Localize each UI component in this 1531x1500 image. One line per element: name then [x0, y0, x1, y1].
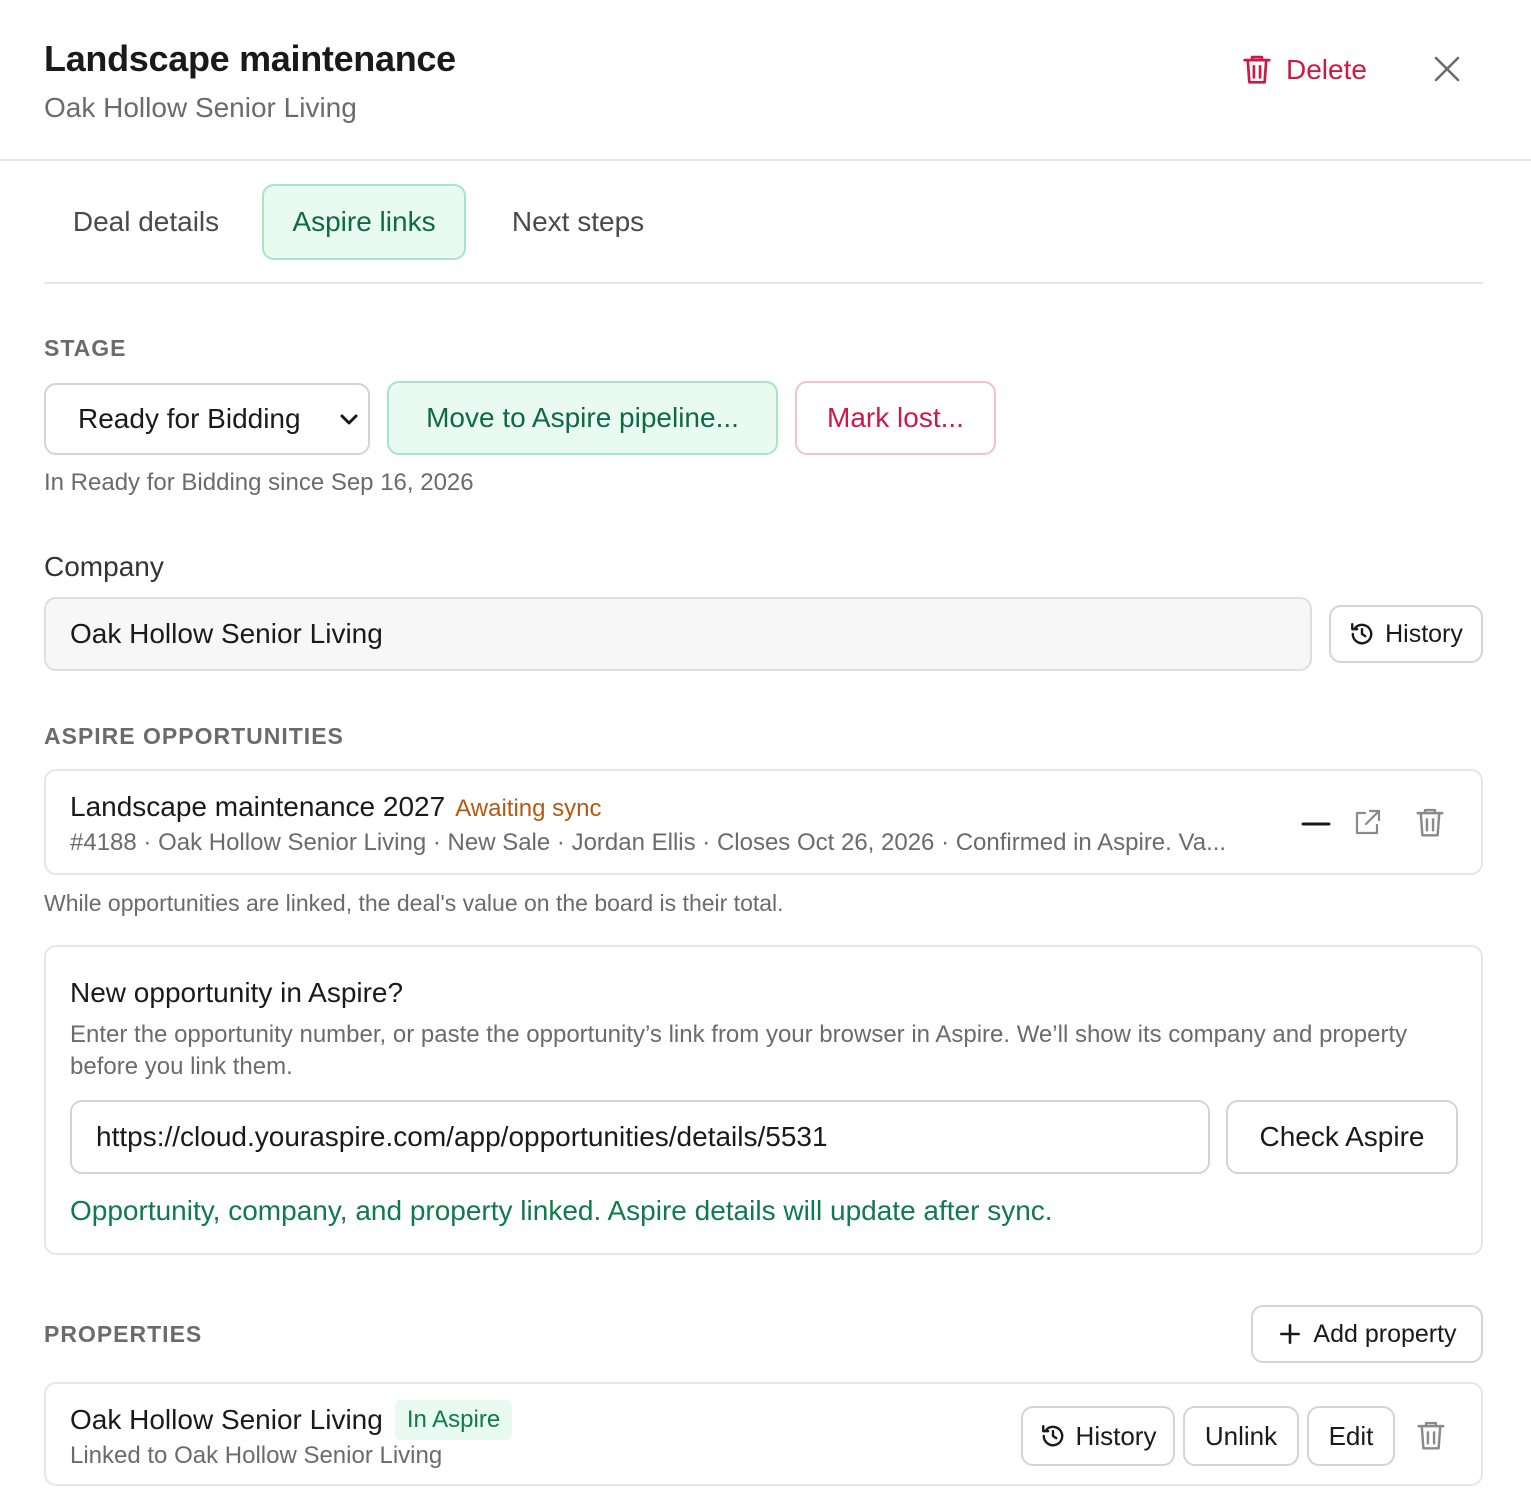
property-history-label: History [1075, 1420, 1157, 1451]
opportunity-card: Landscape maintenance 2027 Awaiting sync … [44, 769, 1483, 875]
tab-next-steps[interactable]: Next steps [480, 184, 676, 260]
close-icon[interactable] [1430, 52, 1464, 86]
add-property-button[interactable]: Add property [1251, 1305, 1483, 1363]
opportunity-title: Landscape maintenance 2027 [70, 791, 446, 822]
tab-deal-details[interactable]: Deal details [44, 184, 248, 260]
new-opportunity-card: New opportunity in Aspire? Enter the opp… [44, 945, 1483, 1255]
opportunities-note: While opportunities are linked, the deal… [44, 890, 784, 916]
properties-section-label: PROPERTIES [44, 1321, 203, 1347]
property-name: Oak Hollow Senior Living [70, 1404, 383, 1435]
unlink-button[interactable]: Unlink [1183, 1406, 1299, 1466]
stage-section-label: STAGE [44, 335, 127, 361]
trash-icon[interactable] [1414, 807, 1446, 839]
property-subtitle: Linked to Oak Hollow Senior Living [70, 1442, 443, 1469]
history-icon [1351, 623, 1373, 645]
add-property-label: Add property [1313, 1319, 1457, 1348]
tab-bar: Deal details Aspire links Next steps [44, 184, 1483, 284]
tab-aspire-links[interactable]: Aspire links [262, 184, 466, 260]
company-field[interactable]: Oak Hollow Senior Living [44, 597, 1312, 671]
edit-button[interactable]: Edit [1307, 1406, 1395, 1466]
company-history-label: History [1385, 619, 1463, 648]
property-history-button[interactable]: History [1021, 1406, 1175, 1466]
chevron-down-icon [340, 414, 358, 425]
trash-icon [1243, 55, 1271, 84]
opportunity-url-input[interactable]: https://cloud.youraspire.com/app/opportu… [70, 1100, 1210, 1174]
stage-since-text: In Ready for Bidding since Sep 16, 2026 [44, 469, 474, 496]
opportunity-title-row: Landscape maintenance 2027 Awaiting sync [70, 791, 601, 823]
company-label: Company [44, 551, 164, 582]
move-to-pipeline-button[interactable]: Move to Aspire pipeline... [387, 381, 778, 455]
page-title: Landscape maintenance [44, 38, 456, 79]
new-opportunity-title: New opportunity in Aspire? [70, 977, 404, 1008]
history-icon [1041, 1425, 1063, 1447]
new-opportunity-description: Enter the opportunity number, or paste t… [70, 1021, 1408, 1080]
collapse-icon[interactable] [1301, 807, 1333, 839]
property-card: Oak Hollow Senior Living In Aspire Linke… [44, 1382, 1483, 1486]
check-aspire-button[interactable]: Check Aspire [1226, 1100, 1458, 1174]
external-link-icon[interactable] [1351, 807, 1383, 839]
dialog-header: Landscape maintenance Oak Hollow Senior … [0, 0, 1531, 161]
stage-select[interactable]: Ready for Bidding [44, 383, 370, 455]
opportunities-section-label: ASPIRE OPPORTUNITIES [44, 723, 344, 749]
plus-icon [1280, 1324, 1301, 1344]
page-subtitle: Oak Hollow Senior Living [44, 92, 357, 123]
link-success-message: Opportunity, company, and property linke… [70, 1195, 1053, 1226]
company-history-button[interactable]: History [1329, 605, 1483, 663]
opportunity-meta: #4188 · Oak Hollow Senior Living · New S… [70, 829, 1227, 856]
property-status-badge: In Aspire [394, 1400, 513, 1440]
mark-lost-button[interactable]: Mark lost... [795, 381, 996, 455]
opportunity-status-badge: Awaiting sync [455, 795, 602, 822]
trash-icon[interactable] [1415, 1420, 1447, 1452]
stage-selected-value: Ready for Bidding [78, 403, 301, 434]
delete-label: Delete [1286, 54, 1367, 85]
property-title-row: Oak Hollow Senior Living In Aspire [70, 1400, 513, 1440]
delete-button[interactable]: Delete [1242, 50, 1367, 90]
